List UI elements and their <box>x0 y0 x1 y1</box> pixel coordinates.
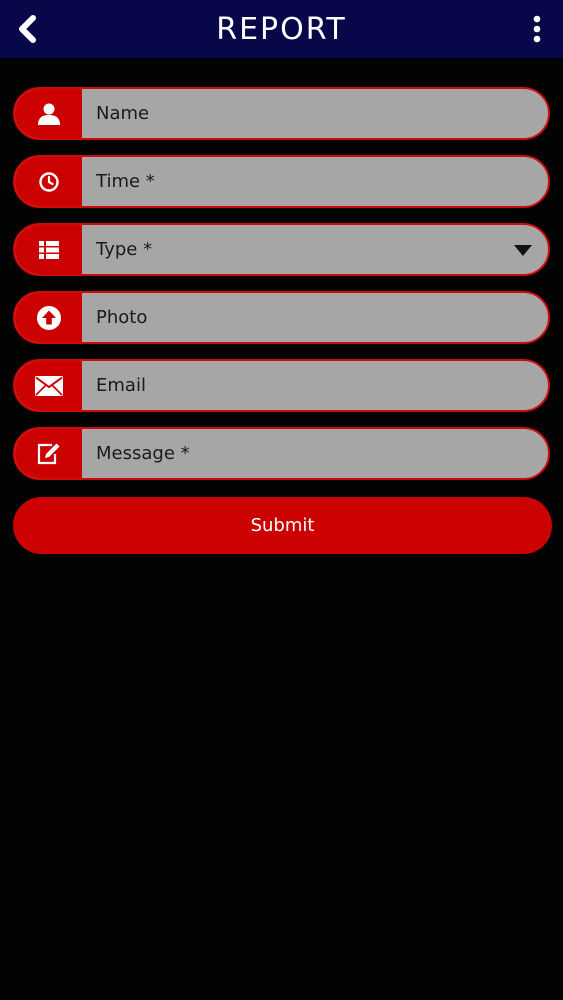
report-form: Name Time * Type * Photo Email Message * <box>13 87 550 495</box>
name-field[interactable]: Name <box>13 87 550 140</box>
clock-icon <box>38 171 59 192</box>
dropdown-caret-icon[interactable] <box>514 244 532 256</box>
photo-field-label: Photo <box>96 307 148 328</box>
back-button[interactable] <box>10 9 46 49</box>
time-field[interactable]: Time * <box>13 155 550 208</box>
chevron-left-icon <box>19 15 36 43</box>
message-field[interactable]: Message * <box>13 427 550 480</box>
user-icon <box>37 103 60 125</box>
message-field-icon-cap <box>15 429 82 478</box>
type-select-icon-cap <box>15 225 82 274</box>
time-field-icon-cap <box>15 157 82 206</box>
type-select[interactable]: Type * <box>13 223 550 276</box>
envelope-icon <box>34 375 63 396</box>
name-field-icon-cap <box>15 89 82 138</box>
time-field-label: Time * <box>96 171 155 192</box>
message-field-label: Message * <box>96 443 190 464</box>
name-field-label: Name <box>96 103 150 124</box>
list-icon <box>38 240 59 259</box>
submit-button[interactable]: Submit <box>13 497 552 554</box>
edit-icon <box>37 443 59 464</box>
upload-icon <box>36 305 61 330</box>
overflow-menu-button[interactable] <box>523 9 551 49</box>
email-field[interactable]: Email <box>13 359 550 412</box>
type-select-label: Type * <box>96 239 153 260</box>
email-field-icon-cap <box>15 361 82 410</box>
page-title: REPORT <box>216 11 347 47</box>
report-screen: REPORT Name Time * Type * Photo Email Me… <box>0 0 563 1000</box>
email-field-label: Email <box>96 375 146 396</box>
more-vertical-icon <box>533 15 541 43</box>
photo-field-icon-cap <box>15 293 82 342</box>
app-header: REPORT <box>0 0 563 58</box>
photo-upload-field[interactable]: Photo <box>13 291 550 344</box>
